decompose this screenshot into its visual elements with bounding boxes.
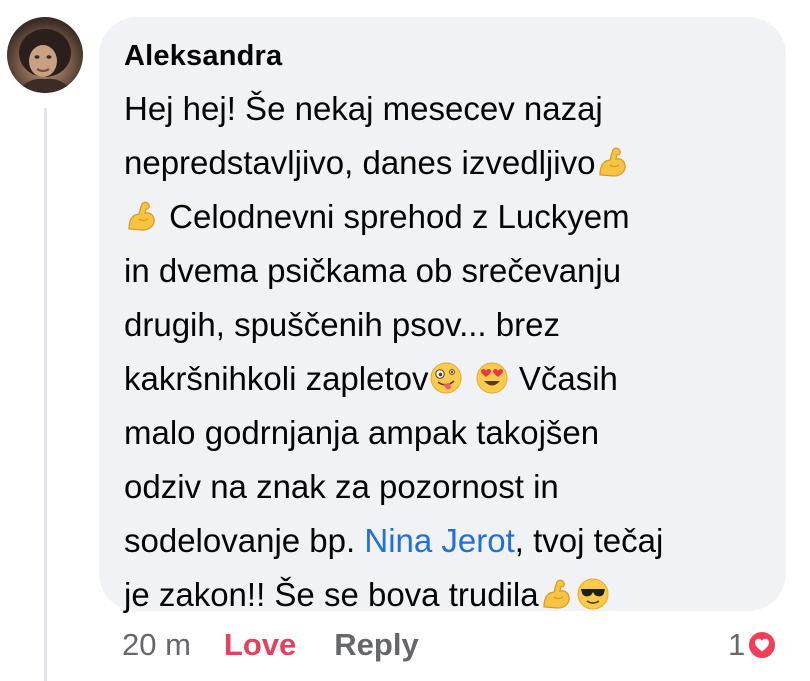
comment-text-fragment: sodelovanje bp. [124,522,365,559]
comment-line: sodelovanje bp. Nina Jerot, tvoj tečaj [124,514,764,568]
flexed-biceps-icon [599,147,627,177]
heart-eyes-face-icon [476,362,508,394]
avatar-photo [17,29,73,93]
flexed-biceps-icon [128,201,155,231]
mention-link[interactable]: Nina Jerot [364,522,514,559]
comment-line: Hej hej! Še nekaj mesecev nazaj [124,82,764,136]
comment-author[interactable]: Aleksandra [124,40,282,73]
comment-text-fragment: Celodnevni sprehod z Luckyem [160,198,630,235]
love-button[interactable]: Love [224,627,296,663]
comment-text-fragment: , tvoj tečaj [514,522,664,559]
comment-text: Hej hej! Še nekaj mesecev nazaj nepredsta… [124,82,764,622]
comment-line: in dvema psičkama ob srečevanju [124,244,764,298]
comment-line: kakršnihkoli zapletov Včasih [124,352,764,406]
comment-text-fragment: Hej hej! Še nekaj mesecev nazaj [124,90,603,127]
comment-text-fragment: in dvema psičkama ob srečevanju [124,252,622,289]
reply-button[interactable]: Reply [334,627,418,663]
flexed-biceps-icon [542,579,570,609]
love-reaction-icon [747,630,778,660]
comment-actions: 20 m Love Reply [122,625,419,665]
thread-line [44,108,47,681]
comment-text-fragment: malo godrnjanja ampak takojšen [124,414,600,451]
comment-text-fragment: je zakon!! Še se bova trudila [124,576,539,613]
comment-text-fragment: odziv na znak za pozornost in [124,468,559,505]
comment-line: je zakon!! Še se bova trudila [124,568,764,622]
comment-text-fragment: drugih, spuščenih psov... brez [124,306,560,343]
avatar[interactable] [7,17,83,93]
comment-text-fragment: Včasih [509,360,618,397]
zany-face-icon [430,362,462,394]
comment-bubble: Aleksandra Hej hej! Še nekaj mesecev naz… [99,17,786,613]
comment-line: drugih, spuščenih psov... brez [124,298,764,352]
sunglasses-face-icon [577,578,609,610]
comment-text-fragment [464,360,473,397]
comment-timestamp[interactable]: 20 m [122,627,191,663]
comment-line: Celodnevni sprehod z Luckyem [124,190,764,244]
reaction-count: 1 [728,627,746,662]
comment-line: malo godrnjanja ampak takojšen [124,406,764,460]
comment-line: odziv na znak za pozornost in [124,460,764,514]
reaction-summary[interactable]: 1 [728,625,778,665]
comment-text-fragment: kakršnihkoli zapletov [124,360,429,397]
comment-text-fragment: nepredstavljivo, danes izvedljivo [124,144,596,181]
comment-line: nepredstavljivo, danes izvedljivo [124,136,764,190]
